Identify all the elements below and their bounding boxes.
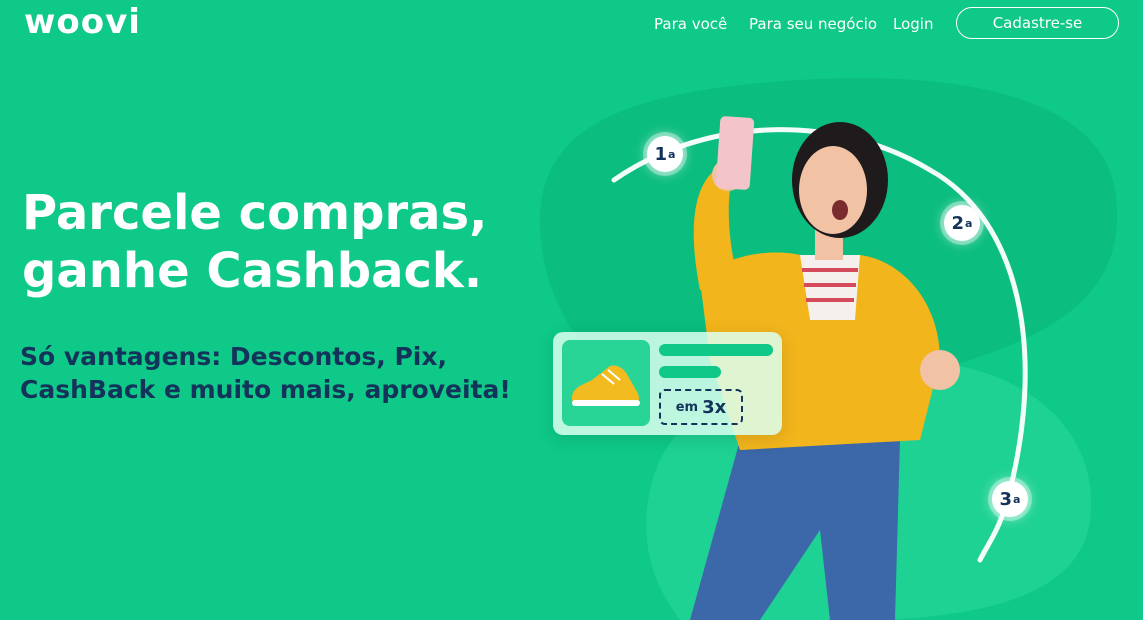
sneaker-icon bbox=[572, 365, 640, 406]
installment-label: em 3x bbox=[659, 389, 743, 425]
card-placeholder-line-short bbox=[659, 366, 721, 378]
installment-prefix: em bbox=[675, 399, 699, 415]
nav-login[interactable]: Login bbox=[893, 15, 933, 33]
hero-subheadline: Só vantagens: Descontos, Pix, CashBack e… bbox=[20, 342, 511, 404]
signup-button[interactable]: Cadastre-se bbox=[956, 7, 1119, 39]
nav-para-seu-negocio[interactable]: Para seu negócio bbox=[749, 15, 877, 33]
step-badge-2: 2a bbox=[944, 205, 980, 241]
sneaker-thumbnail bbox=[562, 340, 650, 426]
step-badge-3: 3a bbox=[992, 481, 1028, 517]
installment-card: em 3x bbox=[553, 332, 782, 435]
card-placeholder-line bbox=[659, 344, 773, 356]
top-navigation: Para você Para seu negócio Login Cadastr… bbox=[0, 0, 1143, 48]
installment-value: 3x bbox=[702, 396, 727, 418]
hero-headline: Parcele compras, ganhe Cashback. bbox=[22, 185, 488, 299]
step-badge-1: 1a bbox=[647, 136, 683, 172]
nav-para-voce[interactable]: Para você bbox=[654, 15, 727, 33]
